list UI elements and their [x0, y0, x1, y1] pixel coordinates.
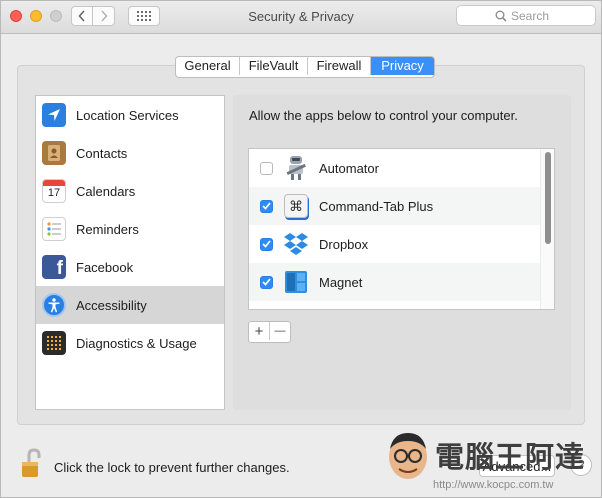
sidebar-item-label: Facebook — [76, 259, 134, 275]
list-item-command-tab-plus: ⌘ Command-Tab Plus — [249, 187, 541, 225]
location-arrow-icon — [42, 103, 66, 127]
sidebar-item-label: Calendars — [76, 183, 136, 199]
sidebar-item-accessibility[interactable]: Accessibility — [36, 286, 224, 324]
security-privacy-window: Security & Privacy Search General FileVa… — [0, 0, 602, 498]
add-app-button[interactable]: + — [249, 322, 270, 340]
search-icon — [495, 10, 507, 22]
scrollbar-thumb[interactable] — [545, 152, 551, 244]
diagnostics-icon — [42, 331, 66, 355]
watermark-text: 電腦王阿達 — [435, 440, 586, 474]
title-bar: Security & Privacy Search — [1, 1, 601, 34]
magnet-app-icon — [283, 269, 309, 295]
dropbox-checkbox[interactable] — [260, 237, 273, 251]
sidebar-item-contacts[interactable]: Contacts — [36, 134, 224, 172]
search-placeholder: Search — [511, 8, 550, 23]
lock-status-text: Click the lock to prevent further change… — [54, 460, 290, 475]
app-list-scrollbar[interactable] — [540, 149, 554, 309]
sidebar-item-label: Diagnostics & Usage — [76, 335, 197, 351]
list-item-automator: Automator — [249, 149, 541, 187]
watermark-url: http://www.kocpc.com.tw — [433, 479, 554, 491]
sidebar-item-diagnostics-usage[interactable]: Diagnostics & Usage — [36, 324, 224, 362]
sidebar-item-calendars[interactable]: 17 Calendars — [36, 172, 224, 210]
automator-robot-icon — [283, 155, 309, 181]
list-item-dropbox: Dropbox — [249, 225, 541, 263]
tab-general[interactable]: General — [176, 57, 240, 75]
app-name: Dropbox — [319, 236, 369, 252]
checkmark-icon — [262, 240, 271, 248]
sidebar-item-facebook[interactable]: f Facebook — [36, 248, 224, 286]
app-list: Automator ⌘ Command-Tab Plus Dropbox Mag… — [248, 148, 555, 310]
contacts-book-icon — [42, 141, 66, 165]
tab-filevault[interactable]: FileVault — [240, 57, 308, 75]
app-name: Automator — [319, 160, 379, 176]
accessibility-icon — [42, 293, 66, 317]
app-name: Magnet — [319, 274, 363, 290]
command-tab-plus-checkbox[interactable] — [260, 199, 273, 213]
command-key-icon: ⌘ — [283, 193, 309, 219]
lock-icon[interactable] — [19, 448, 45, 483]
sidebar-item-reminders[interactable]: Reminders — [36, 210, 224, 248]
remove-app-button[interactable]: — — [270, 322, 290, 340]
sidebar-item-label: Location Services — [76, 107, 179, 123]
sidebar-item-label: Accessibility — [76, 297, 147, 313]
magnet-checkbox[interactable] — [260, 275, 273, 289]
dropbox-icon — [283, 231, 309, 257]
sidebar-item-location-services[interactable]: Location Services — [36, 96, 224, 134]
tab-privacy[interactable]: Privacy — [371, 57, 434, 75]
app-name: Command-Tab Plus — [319, 198, 434, 214]
automator-checkbox[interactable] — [260, 161, 273, 175]
facebook-icon: f — [42, 255, 66, 279]
list-item-partial — [249, 301, 541, 309]
watermark-mascot-icon — [385, 429, 431, 483]
sidebar-item-label: Contacts — [76, 145, 128, 161]
tab-bar: General FileVault Firewall Privacy — [175, 56, 435, 78]
reminders-list-icon — [42, 217, 66, 241]
calendar-icon: 17 — [42, 179, 66, 203]
privacy-category-list: Location Services Contacts 17 Calendars — [35, 95, 225, 410]
search-field[interactable]: Search — [456, 5, 596, 26]
add-remove-control: + — — [248, 321, 291, 343]
checkmark-icon — [262, 202, 271, 210]
tab-firewall[interactable]: Firewall — [308, 57, 371, 75]
sidebar-item-label: Reminders — [76, 221, 139, 237]
list-item-magnet: Magnet — [249, 263, 541, 301]
pane-description: Allow the apps below to control your com… — [249, 108, 518, 123]
checkmark-icon — [262, 278, 271, 286]
